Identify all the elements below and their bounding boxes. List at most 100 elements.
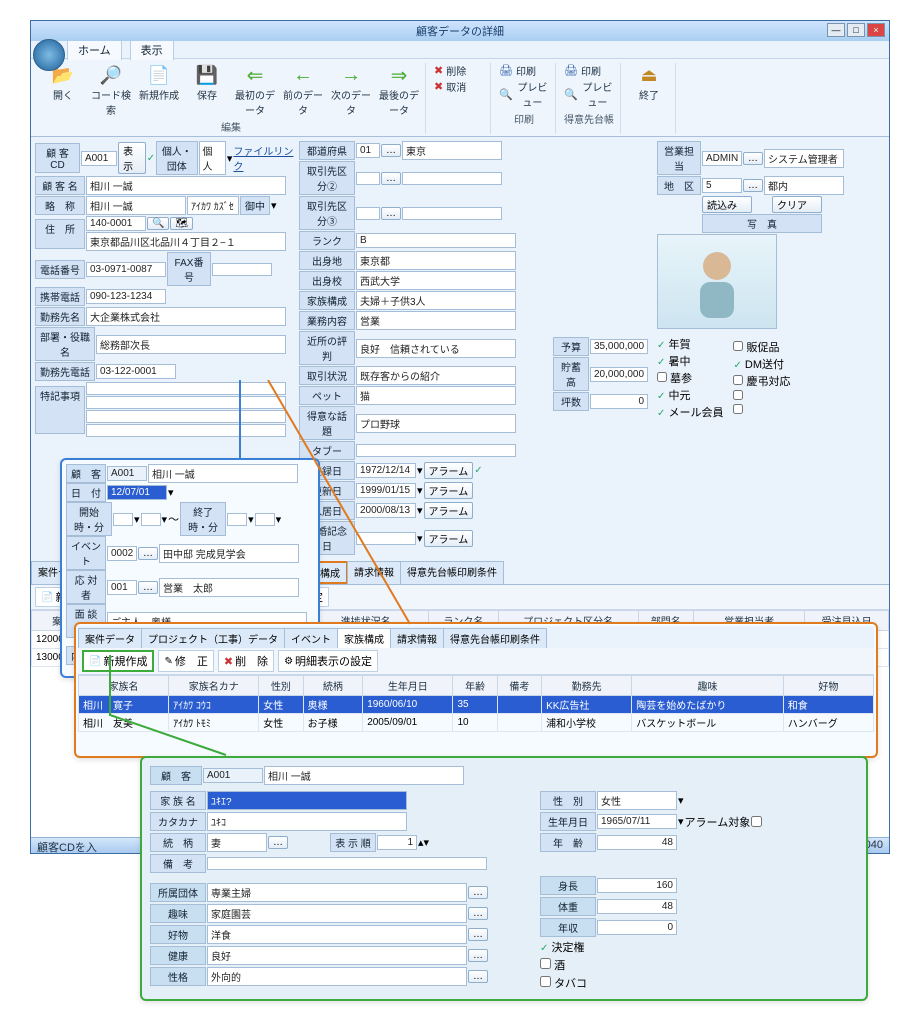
custname-value[interactable]: 相川 一誠 (86, 176, 286, 195)
birthplace-value[interactable]: 東京都 (356, 251, 516, 270)
chk-bosatsu[interactable]: 墓参 (657, 370, 723, 386)
tab-view[interactable]: 表示 (130, 39, 174, 60)
clear-button[interactable]: クリア (772, 196, 822, 213)
custcd-value[interactable]: A001 (81, 151, 117, 166)
pref-cd[interactable]: 01 (356, 143, 380, 158)
note-input[interactable] (207, 857, 487, 870)
alarm-target-check[interactable] (751, 816, 762, 827)
hobby-input[interactable]: 家庭園芸 (207, 904, 467, 923)
tab-family-active[interactable]: 家族構成 (337, 628, 391, 648)
prev-button[interactable]: ←前のデータ (283, 63, 323, 117)
pref-lookup[interactable]: … (381, 144, 401, 157)
zip-search-button[interactable]: 🔍 (147, 217, 169, 230)
disporder-input[interactable]: 1 (377, 835, 417, 850)
kana-input[interactable]: ﾕｷｺ (207, 812, 407, 831)
menubar: ホーム 表示 (31, 41, 889, 59)
worktel-value[interactable]: 03-122-0001 (96, 364, 176, 379)
famname-input[interactable]: ﾕｷｴ? (207, 791, 407, 810)
family-value[interactable]: 夫婦＋子供3人 (356, 291, 516, 310)
chk-blank1[interactable] (733, 390, 790, 403)
mobile-value[interactable]: 090-123-1234 (86, 289, 166, 304)
cancel-button[interactable]: ✖取消 (434, 79, 484, 94)
chk-chugen[interactable]: ✓ 暑中 (657, 353, 723, 369)
exit-button[interactable]: ⏏終了 (629, 63, 669, 102)
income-input[interactable]: 0 (597, 920, 677, 935)
memo1[interactable] (86, 382, 286, 395)
chk-tobacco[interactable]: タバコ (540, 975, 587, 991)
chk-sake[interactable]: 酒 (540, 957, 565, 973)
chk-chugen2[interactable]: ✓ 中元 (657, 387, 723, 403)
chk-mail[interactable]: ✓ メール会員 (657, 404, 723, 420)
food-input[interactable]: 洋食 (207, 925, 467, 944)
rel-input[interactable]: 妻 (207, 833, 267, 852)
map-button[interactable]: 🗺 (170, 217, 193, 230)
tsubo-value[interactable]: 0 (590, 394, 648, 409)
chk-keicho[interactable]: 慶弔対応 (733, 373, 790, 389)
sex-select[interactable]: 女性 (597, 791, 677, 810)
chk-decision[interactable]: ✓ 決定権 (540, 939, 584, 955)
school-value[interactable]: 西武大学 (356, 271, 516, 290)
class3-cd[interactable] (356, 207, 380, 220)
minimize-button[interactable]: — (827, 23, 845, 37)
maximize-button[interactable]: □ (847, 23, 865, 37)
dropdown-icon[interactable]: ▾ (271, 199, 277, 212)
birth-input[interactable]: 1965/07/11 (597, 814, 677, 829)
chk-blank2[interactable] (733, 404, 790, 417)
kana-value[interactable]: ｱｲｶﾜ ｶｽﾞｾ (187, 196, 239, 215)
preview1-button[interactable]: 🔍プレビュー (499, 79, 549, 109)
region-cd[interactable]: 5 (702, 178, 742, 193)
search-button[interactable]: 読込み (702, 196, 752, 213)
print1-button[interactable]: 🖨印刷 (499, 63, 549, 78)
display-button[interactable]: 表示 (118, 142, 146, 174)
chk-nenga[interactable]: ✓ 年賀 (657, 336, 723, 352)
close-button[interactable]: × (867, 23, 885, 37)
industry-value[interactable]: 営業 (356, 311, 516, 330)
preview2-button[interactable]: 🔍プレビュー (564, 79, 614, 109)
code-search-button[interactable]: 🔎コード検索 (91, 63, 131, 117)
chk-henpin[interactable]: 販促品 (733, 339, 790, 355)
custname-label: 顧 客 名 (35, 176, 85, 195)
addr-value[interactable]: 東京都品川区北品川４丁目２−１ (86, 232, 286, 251)
save-button[interactable]: 💾保存 (187, 63, 227, 102)
last-arrow-icon: ⇒ (387, 63, 411, 87)
chk-dm[interactable]: ✓ DM送付 (733, 356, 790, 372)
pref-label: 都道府県 (299, 141, 355, 160)
class2-cd[interactable] (356, 172, 380, 185)
calendar-icon[interactable]: ▾ (168, 486, 174, 499)
customer-photo[interactable] (657, 234, 777, 329)
fax-value[interactable] (212, 263, 272, 276)
org-input[interactable]: 専業主婦 (207, 883, 467, 902)
print2-button[interactable]: 🖨印刷 (564, 63, 614, 78)
event-date[interactable]: 12/07/01 (107, 485, 167, 500)
app-orb[interactable] (33, 39, 65, 71)
tab-home[interactable]: ホーム (67, 39, 122, 60)
abbrev-value[interactable]: 相川 一誠 (86, 196, 186, 215)
savings-value[interactable]: 20,000,000 (590, 367, 648, 382)
salesrep-cd[interactable]: ADMIN (702, 151, 742, 166)
health-input[interactable]: 良好 (207, 946, 467, 965)
filelink[interactable]: ファイルリンク (233, 143, 295, 173)
rank-value[interactable]: B (356, 233, 516, 248)
memo2[interactable] (86, 396, 286, 409)
last-button[interactable]: ⇒最後のデータ (379, 63, 419, 117)
next-button[interactable]: →次のデータ (331, 63, 371, 117)
deptrole-value[interactable]: 総務部次長 (96, 335, 286, 354)
delete-button[interactable]: ✖削除 (434, 63, 484, 78)
workplace-value[interactable]: 大企業株式会社 (86, 307, 286, 326)
alarm-button[interactable]: アラーム (424, 462, 474, 479)
char-input[interactable]: 外向的 (207, 967, 467, 986)
alarm-target-label: アラーム対象 (685, 814, 751, 830)
new-create-button[interactable]: 📄新規作成 (139, 63, 179, 102)
zip-value[interactable]: 140-0001 (86, 216, 146, 231)
family-disp-button[interactable]: ⚙ 明細表示の設定 (278, 650, 378, 672)
indiv-value[interactable]: 個人 (199, 141, 226, 175)
neighbor-value[interactable]: 良好 信頼されている (356, 339, 516, 358)
first-button[interactable]: ⇐最初のデータ (235, 63, 275, 117)
budget-value[interactable]: 35,000,000 (590, 339, 648, 354)
memo4[interactable] (86, 424, 286, 437)
dropdown-icon[interactable]: ▾ (227, 152, 233, 165)
tel-value[interactable]: 03-0971-0087 (86, 262, 166, 277)
weight-input[interactable]: 48 (597, 899, 677, 914)
memo3[interactable] (86, 410, 286, 423)
height-input[interactable]: 160 (597, 878, 677, 893)
